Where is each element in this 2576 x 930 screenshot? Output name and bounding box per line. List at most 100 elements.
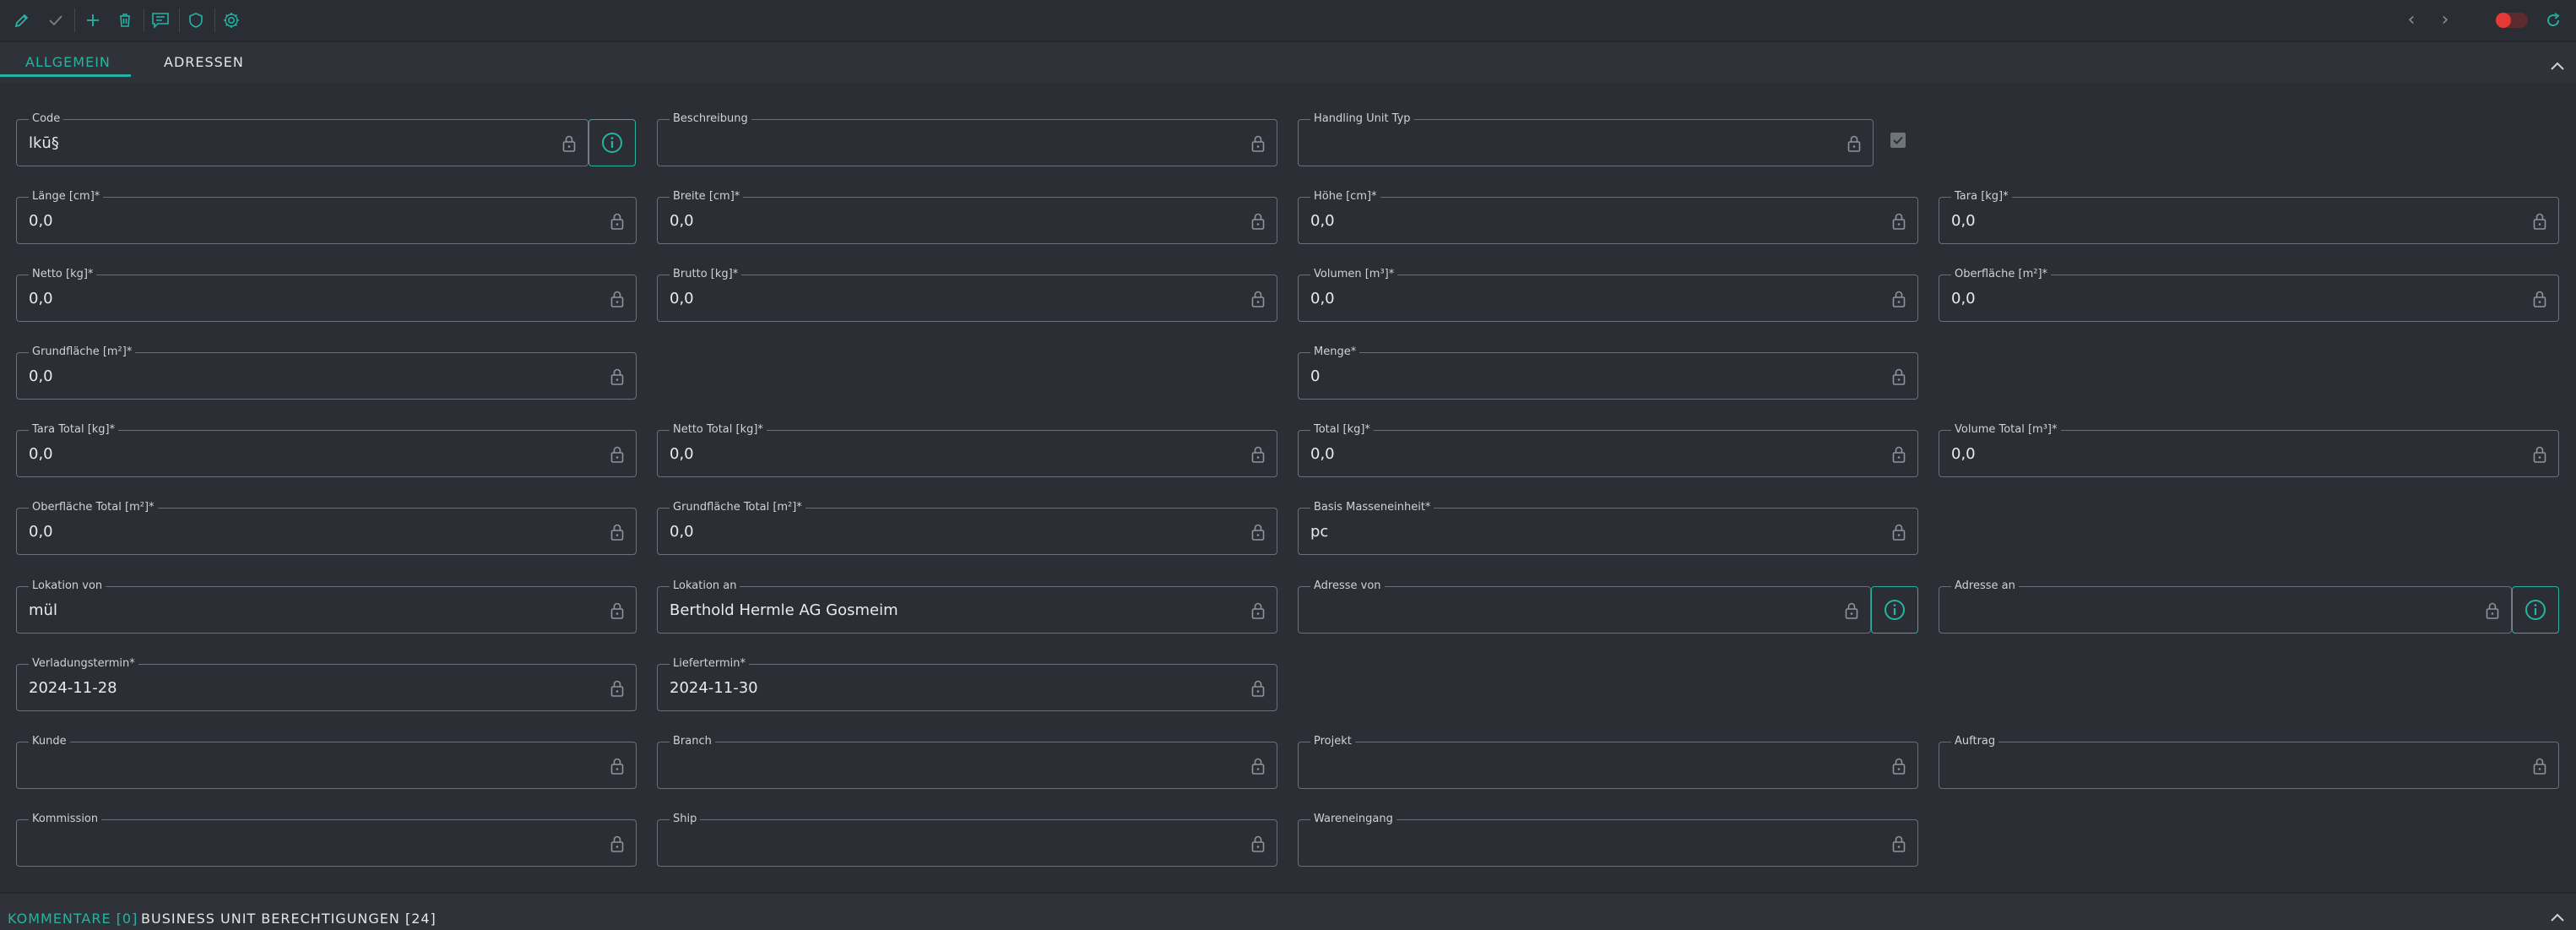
menge-field[interactable]: Menge* 0	[1298, 345, 1918, 400]
plus-icon	[87, 14, 99, 26]
liefertermin-field[interactable]: Liefertermin* 2024-11-30	[657, 656, 1277, 711]
lock-icon	[610, 368, 624, 385]
lock-icon	[2533, 758, 2546, 775]
info-icon	[1885, 600, 1905, 620]
code-field[interactable]: Code lkū§	[16, 111, 588, 166]
active-tab-indicator	[0, 74, 131, 77]
wareneingang-field[interactable]: Wareneingang	[1298, 812, 1918, 867]
check-icon	[1893, 136, 1903, 144]
trash-icon	[120, 14, 130, 27]
verladungstermin-field[interactable]: Verladungstermin* 2024-11-28	[16, 656, 637, 711]
chevron-up-icon[interactable]	[2548, 57, 2567, 76]
lock-icon	[610, 291, 624, 307]
lock-icon	[1251, 291, 1265, 307]
lock-icon	[1892, 213, 1906, 230]
lock-icon	[610, 680, 624, 697]
lock-icon	[1845, 602, 1858, 619]
tab-allgemein[interactable]: ALLGEMEIN	[25, 54, 111, 70]
adresse-von-field[interactable]: Adresse von	[1298, 579, 1871, 634]
brutto-field[interactable]: Brutto [kg]* 0,0	[657, 267, 1277, 322]
chevron-up-icon[interactable]	[2548, 909, 2567, 927]
check-icon	[49, 15, 62, 26]
confirm-button[interactable]	[42, 7, 69, 34]
add-button[interactable]	[79, 7, 106, 34]
kommission-field[interactable]: Kommission	[16, 812, 637, 867]
oberflaeche-field[interactable]: Oberfläche [m²]* 0,0	[1939, 267, 2559, 322]
oberflaeche-total-field[interactable]: Oberfläche Total [m²]* 0,0	[16, 500, 637, 555]
netto-total-field[interactable]: Netto Total [kg]* 0,0	[657, 422, 1277, 477]
refresh-icon	[2547, 13, 2560, 26]
beschreibung-field[interactable]: Beschreibung	[657, 111, 1277, 166]
settings-button[interactable]	[218, 7, 245, 34]
lock-icon	[1892, 835, 1906, 852]
lock-icon	[1892, 524, 1906, 541]
tab-bar: ALLGEMEIN ADRESSEN	[0, 42, 2576, 83]
comments-button[interactable]	[147, 7, 174, 34]
breite-field[interactable]: Breite [cm]* 0,0	[657, 189, 1277, 244]
lock-icon	[1251, 213, 1265, 230]
refresh-button[interactable]	[2540, 7, 2567, 34]
lock-icon	[610, 758, 624, 775]
lock-icon	[2533, 291, 2546, 307]
lock-icon	[1251, 446, 1265, 463]
basis-masseneinheit-field[interactable]: Basis Masseneinheit* pc	[1298, 500, 1918, 555]
lock-icon	[610, 602, 624, 619]
bottom-tab-bar: KOMMENTARE [0] BUSINESS UNIT BERECHTIGUN…	[0, 892, 2576, 930]
gear-icon	[224, 13, 239, 28]
lock-icon	[562, 135, 576, 152]
auftrag-field[interactable]: Auftrag	[1939, 734, 2559, 789]
lock-icon	[1251, 758, 1265, 775]
lock-icon	[1892, 758, 1906, 775]
info-icon	[602, 133, 622, 153]
next-record-button[interactable]: ›	[2435, 10, 2455, 30]
laenge-field[interactable]: Länge [cm]* 0,0	[16, 189, 637, 244]
lock-icon	[1251, 835, 1265, 852]
handling-unit-checkbox[interactable]	[1890, 133, 1906, 148]
lock-icon	[1892, 291, 1906, 307]
pencil-icon	[14, 14, 29, 28]
tab-adressen[interactable]: ADRESSEN	[164, 54, 244, 70]
tab-business-unit-berechtigungen[interactable]: BUSINESS UNIT BERECHTIGUNGEN [24]	[141, 911, 437, 927]
info-icon	[2525, 600, 2546, 620]
lock-icon	[610, 524, 624, 541]
lock-icon	[1251, 602, 1265, 619]
code-info-button[interactable]	[588, 119, 636, 166]
kunde-field[interactable]: Kunde	[16, 734, 637, 789]
total-field[interactable]: Total [kg]* 0,0	[1298, 422, 1918, 477]
lokation-an-field[interactable]: Lokation an Berthold Hermle AG Gosmeim	[657, 579, 1277, 634]
toolbar: ‹ ›	[0, 0, 2576, 42]
volume-total-field[interactable]: Volume Total [m³]* 0,0	[1939, 422, 2559, 477]
permissions-button[interactable]	[182, 7, 209, 34]
lock-icon	[610, 835, 624, 852]
comment-icon	[152, 13, 169, 29]
projekt-field[interactable]: Projekt	[1298, 734, 1918, 789]
toggle-switch[interactable]	[2496, 13, 2528, 28]
shield-icon	[189, 13, 203, 28]
netto-field[interactable]: Netto [kg]* 0,0	[16, 267, 637, 322]
tab-kommentare[interactable]: KOMMENTARE [0]	[8, 911, 138, 927]
lock-icon	[1251, 680, 1265, 697]
lock-icon	[1251, 524, 1265, 541]
lock-icon	[1892, 368, 1906, 385]
tara-field[interactable]: Tara [kg]* 0,0	[1939, 189, 2559, 244]
edit-button[interactable]	[8, 7, 35, 34]
lock-icon	[2486, 602, 2499, 619]
adresse-an-info-button[interactable]	[2512, 586, 2559, 634]
lock-icon	[1847, 135, 1861, 152]
grundflaeche-field[interactable]: Grundfläche [m²]* 0,0	[16, 345, 637, 400]
hoehe-field[interactable]: Höhe [cm]* 0,0	[1298, 189, 1918, 244]
lock-icon	[2533, 213, 2546, 230]
tara-total-field[interactable]: Tara Total [kg]* 0,0	[16, 422, 637, 477]
ship-field[interactable]: Ship	[657, 812, 1277, 867]
grundflaeche-total-field[interactable]: Grundfläche Total [m²]* 0,0	[657, 500, 1277, 555]
volumen-field[interactable]: Volumen [m³]* 0,0	[1298, 267, 1918, 322]
branch-field[interactable]: Branch	[657, 734, 1277, 789]
handling-unit-typ-field[interactable]: Handling Unit Typ	[1298, 111, 1874, 166]
lokation-von-field[interactable]: Lokation von mül	[16, 579, 637, 634]
adresse-von-info-button[interactable]	[1871, 586, 1918, 634]
lock-icon	[610, 446, 624, 463]
delete-button[interactable]	[111, 7, 138, 34]
prev-record-button[interactable]: ‹	[2401, 10, 2421, 30]
lock-icon	[2533, 446, 2546, 463]
adresse-an-field[interactable]: Adresse an	[1939, 579, 2512, 634]
